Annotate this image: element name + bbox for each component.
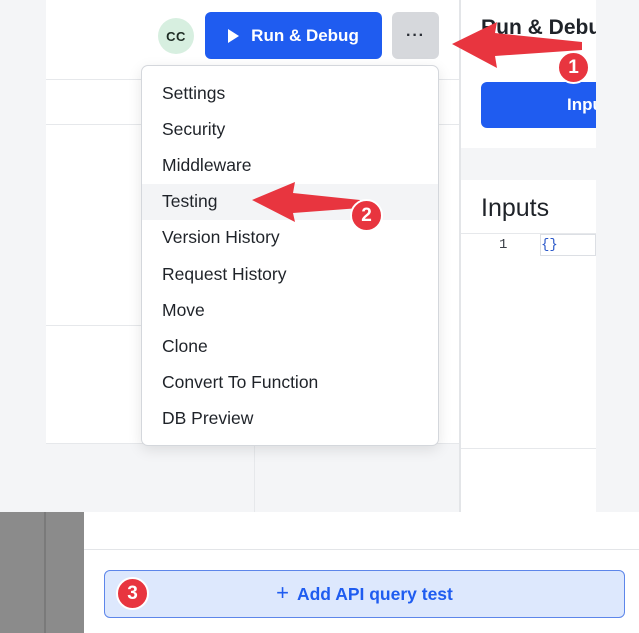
api-editor-view: CC Run & Debug ··· Run & Debu Inpu Input… xyxy=(0,0,639,512)
menu-item-version-history[interactable]: Version History xyxy=(142,220,438,256)
menu-item-middleware[interactable]: Middleware xyxy=(142,147,438,183)
divider xyxy=(254,443,255,512)
ellipsis-icon: ··· xyxy=(406,26,425,44)
panel-background xyxy=(46,443,460,512)
annotation-badge-2: 2 xyxy=(350,199,383,232)
side-strip xyxy=(0,512,84,633)
run-debug-button[interactable]: Run & Debug xyxy=(205,12,382,59)
code-text[interactable]: {} xyxy=(541,237,558,253)
panel-spacer xyxy=(461,148,596,180)
run-debug-title: Run & Debu xyxy=(481,16,596,39)
side-strip-divider xyxy=(44,512,46,633)
line-number: 1 xyxy=(499,237,508,253)
divider xyxy=(84,549,639,550)
divider xyxy=(461,448,596,449)
menu-item-db-preview[interactable]: DB Preview xyxy=(142,401,438,437)
annotation-badge-1: 1 xyxy=(557,51,590,84)
menu-item-settings[interactable]: Settings xyxy=(142,75,438,111)
menu-item-request-history[interactable]: Request History xyxy=(142,256,438,292)
avatar[interactable]: CC xyxy=(158,18,194,54)
menu-item-testing[interactable]: Testing xyxy=(142,183,438,220)
add-api-query-test-button[interactable]: + Add API query test xyxy=(104,570,625,618)
menu-item-convert-to-function[interactable]: Convert To Function xyxy=(142,365,438,401)
run-debug-label: Run & Debug xyxy=(251,25,359,45)
more-options-button[interactable]: ··· xyxy=(392,12,439,59)
menu-item-security[interactable]: Security xyxy=(142,111,438,147)
testing-panel: + Add API query test xyxy=(0,512,639,633)
inputs-heading: Inputs xyxy=(481,194,550,222)
inputs-button[interactable]: Inpu xyxy=(481,82,596,128)
right-edge xyxy=(596,0,639,512)
menu-item-move[interactable]: Move xyxy=(142,292,438,328)
more-options-menu: Settings Security Middleware Testing Ver… xyxy=(141,65,439,446)
menu-item-clone[interactable]: Clone xyxy=(142,328,438,364)
left-gutter xyxy=(0,0,46,512)
annotation-badge-3: 3 xyxy=(116,577,149,610)
plus-icon: + xyxy=(276,580,289,605)
add-api-query-test-label: Add API query test xyxy=(296,583,453,604)
play-icon xyxy=(228,28,240,43)
